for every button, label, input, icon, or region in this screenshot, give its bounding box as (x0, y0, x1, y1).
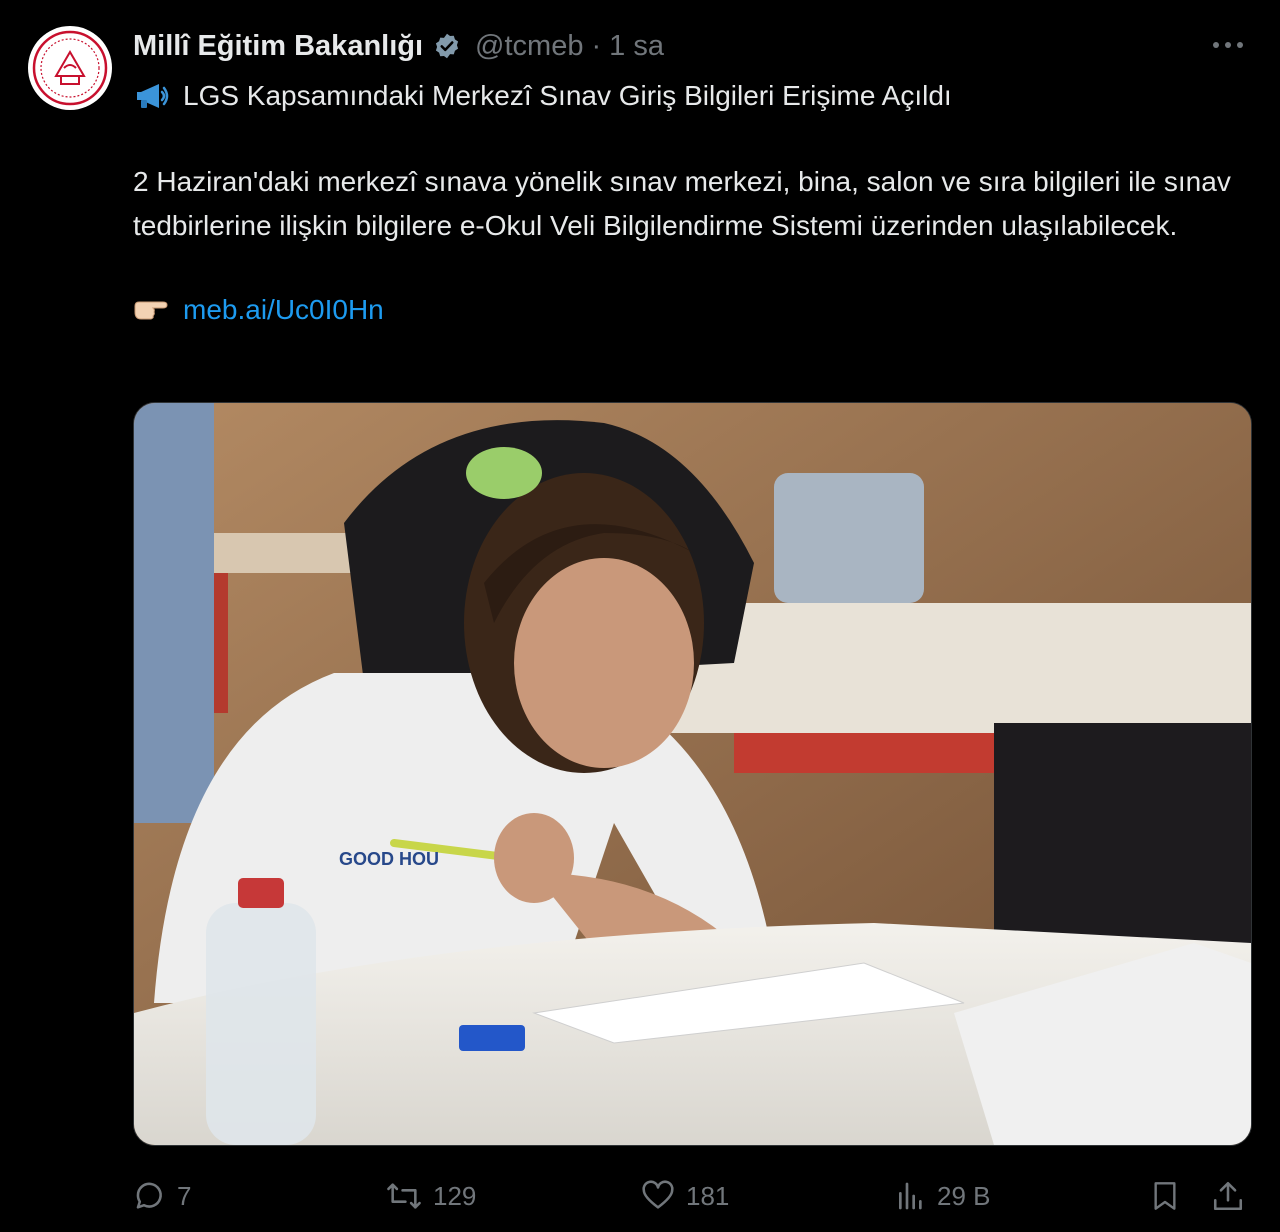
pointing-hand-icon (133, 297, 169, 323)
share-icon (1213, 1181, 1243, 1211)
retweet-count: 129 (433, 1180, 477, 1211)
tweet-image[interactable]: GOOD HOU (133, 402, 1252, 1146)
tweet-timestamp[interactable]: 1 sa (609, 30, 664, 63)
tweet-link[interactable]: meb.ai/Uc0I0Hn (183, 288, 384, 332)
shirt-text: GOOD HOU (339, 849, 439, 869)
tweet-headline: LGS Kapsamındaki Merkezî Sınav Giriş Bil… (133, 74, 1243, 118)
author-name[interactable]: Millî Eğitim Bakanlığı (133, 30, 423, 63)
meb-logo (32, 30, 108, 106)
bookmark-button[interactable] (1149, 1168, 1181, 1224)
retweet-button[interactable]: 129 (385, 1168, 476, 1224)
retweet-icon (387, 1183, 421, 1209)
tweet-actions: 7 129 181 29 B (133, 1168, 1250, 1224)
heart-icon (642, 1180, 674, 1209)
reply-count: 7 (177, 1180, 192, 1211)
author-handle[interactable]: @tcmeb (475, 30, 583, 63)
reply-icon (136, 1182, 162, 1209)
link-row: meb.ai/Uc0I0Hn (133, 288, 1243, 332)
reply-button[interactable]: 7 (133, 1168, 191, 1224)
headline-text: LGS Kapsamındaki Merkezî Sınav Giriş Bil… (183, 80, 952, 111)
megaphone-icon (133, 81, 171, 111)
views-chart-icon (899, 1182, 922, 1210)
tweet-text: LGS Kapsamındaki Merkezî Sınav Giriş Bil… (133, 74, 1243, 332)
tweet-body: 2 Haziran'daki merkezî sınava yönelik sı… (133, 166, 1231, 241)
separator-dot: · (591, 29, 602, 62)
tweet-header: Millî Eğitim Bakanlığı @tcmeb · 1 sa (133, 26, 1250, 66)
like-count: 181 (686, 1180, 730, 1211)
like-button[interactable]: 181 (640, 1168, 729, 1224)
bookmark-icon (1154, 1182, 1176, 1210)
verified-badge-icon (433, 32, 461, 60)
share-button[interactable] (1211, 1168, 1245, 1224)
author-avatar[interactable] (28, 26, 112, 110)
exam-photo: GOOD HOU (134, 403, 1251, 1145)
views-count: 29 B (937, 1180, 991, 1211)
more-horizontal-icon[interactable] (1206, 30, 1250, 60)
views-button[interactable]: 29 B (895, 1168, 991, 1224)
